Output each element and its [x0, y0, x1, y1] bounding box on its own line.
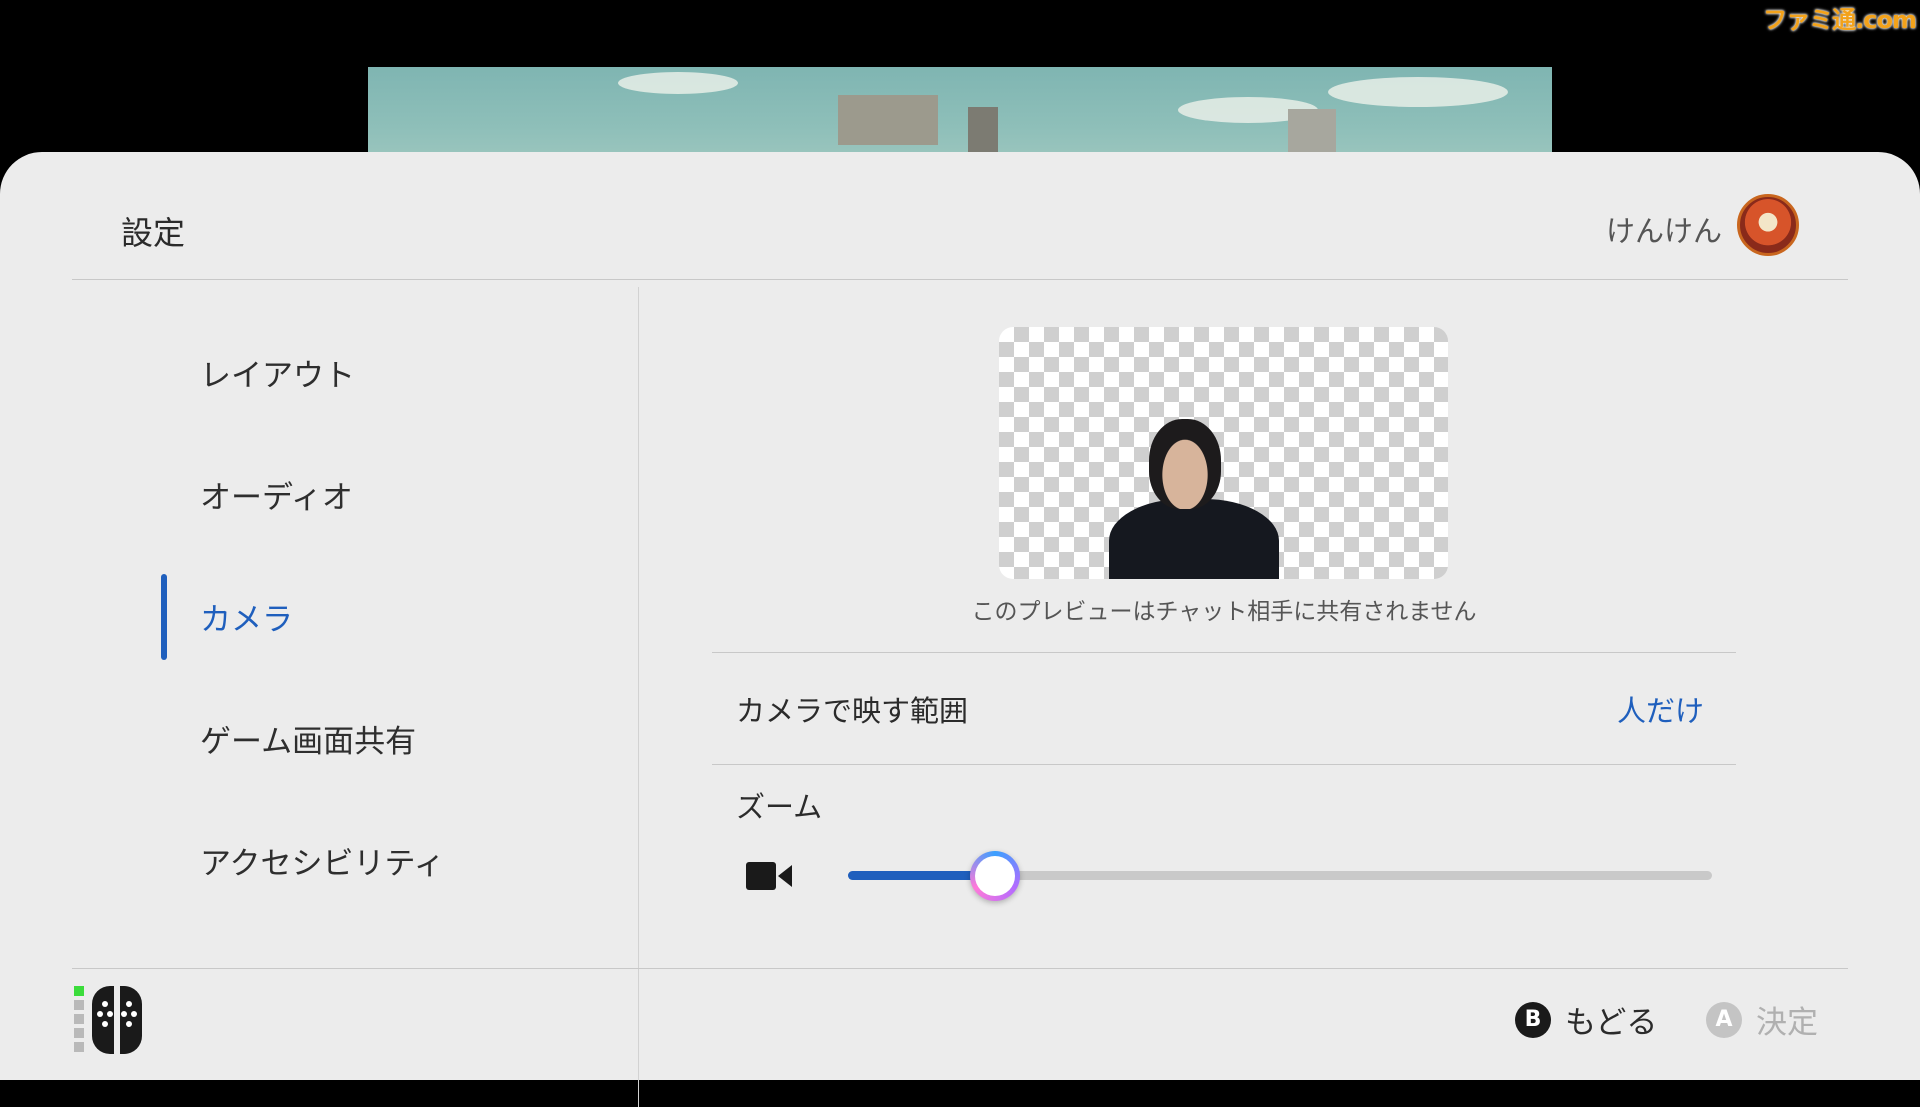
- camera-preview: [999, 327, 1448, 579]
- zoom-label: ズーム: [736, 790, 823, 824]
- watermark-logo: ファミ通.com: [1763, 6, 1917, 34]
- sidebar-item-camera[interactable]: カメラ: [200, 594, 293, 639]
- footer-divider: [72, 968, 1848, 969]
- settings-panel: 設定 けんけん レイアウト オーディオ カメラ ゲーム画面共有 アクセシビリティ…: [0, 152, 1920, 1107]
- section-divider: [712, 764, 1736, 765]
- confirm-button-label: 決定: [1756, 1005, 1818, 1041]
- avatar[interactable]: [1737, 194, 1799, 256]
- back-button-label: もどる: [1565, 1005, 1658, 1041]
- active-indicator: [161, 574, 167, 660]
- sidebar-item-game-share[interactable]: ゲーム画面共有: [200, 716, 416, 761]
- joycon-icon: [74, 986, 142, 1054]
- range-label: カメラで映す範囲: [736, 694, 969, 728]
- header-divider: [72, 279, 1848, 280]
- back-button[interactable]: B もどる: [1515, 997, 1657, 1042]
- video-camera-icon: [746, 862, 792, 890]
- sidebar-item-layout[interactable]: レイアウト: [200, 350, 355, 395]
- confirm-button[interactable]: A 決定: [1706, 997, 1818, 1042]
- zoom-slider-thumb[interactable]: [970, 851, 1020, 901]
- person-head: [1149, 419, 1221, 509]
- preview-caption: このプレビューはチャット相手に共有されません: [971, 599, 1477, 625]
- a-button-icon: A: [1706, 1001, 1742, 1038]
- page-title: 設定: [121, 214, 186, 252]
- b-button-icon: B: [1515, 1001, 1551, 1038]
- user-name: けんけん: [1605, 214, 1722, 248]
- range-value[interactable]: 人だけ: [1617, 688, 1704, 730]
- sidebar-divider: [638, 287, 639, 1107]
- person-silhouette: [1109, 499, 1279, 579]
- sidebar-item-audio[interactable]: オーディオ: [200, 472, 353, 517]
- sidebar-item-accessibility[interactable]: アクセシビリティ: [200, 838, 445, 883]
- zoom-slider[interactable]: [848, 855, 1712, 896]
- section-divider: [712, 652, 1736, 653]
